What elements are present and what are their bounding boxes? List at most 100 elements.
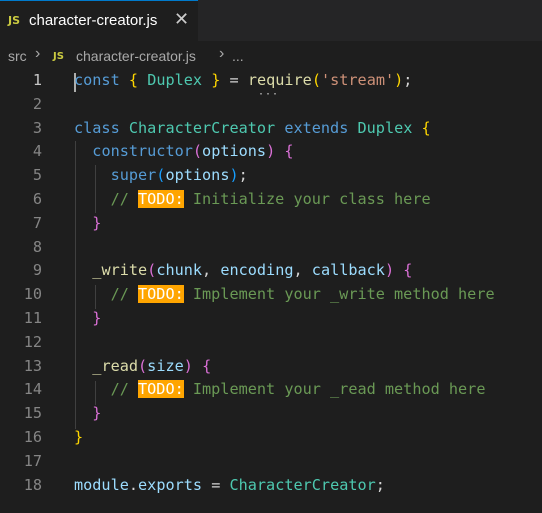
line-number: 1 (32, 71, 42, 89)
code-line[interactable]: 2 (0, 93, 542, 117)
code-token: , (202, 261, 221, 280)
code-token: 'stream' (320, 71, 395, 89)
code-text: } (74, 214, 101, 232)
line-number: 12 (23, 332, 42, 351)
code-token: ) (183, 356, 193, 375)
code-token: = (202, 475, 230, 494)
code-token: ( (147, 261, 157, 280)
code-text: _read(size) { (74, 357, 211, 375)
tab-bar: JS character-creator.js ✕ (0, 0, 542, 41)
code-token: { (403, 261, 413, 280)
tab-character-creator[interactable]: JS character-creator.js ✕ (0, 0, 198, 41)
code-token: ( (192, 142, 203, 161)
code-token: { (284, 142, 294, 161)
line-number: 13 (23, 356, 42, 375)
code-token: ) (384, 261, 395, 280)
breadcrumb-file[interactable]: character-creator.js (76, 48, 196, 64)
code-token: callback (311, 261, 385, 280)
line-number: 17 (23, 451, 42, 470)
code-token: ) (229, 166, 239, 185)
code-token: ( (311, 71, 321, 89)
code-token: } (92, 309, 102, 327)
code-token: { (421, 118, 431, 137)
code-token: require (247, 71, 312, 89)
code-token: class (74, 118, 120, 137)
code-line[interactable]: 6 // TODO: Initialize your class here (0, 188, 542, 212)
code-token: ; (403, 71, 413, 89)
code-token: // (110, 380, 139, 399)
code-line[interactable]: 10 // TODO: Implement your _write method… (0, 283, 542, 307)
code-line[interactable]: 14 // TODO: Implement your _read method … (0, 378, 542, 402)
code-line[interactable]: 16} (0, 426, 542, 450)
code-token: Initialize your class here (183, 190, 431, 208)
code-token: , (293, 261, 312, 280)
chevron-right-icon: › (219, 45, 225, 62)
code-token: } (92, 404, 102, 423)
code-token: extends (284, 118, 349, 137)
code-editor[interactable]: ··· 1 const { Duplex } = require('stream'… (0, 69, 542, 513)
code-token: module (74, 475, 129, 494)
code-token: Implement your _read method here (183, 380, 486, 399)
code-line[interactable]: 7 } (0, 212, 542, 236)
breadcrumb-folder[interactable]: src (8, 48, 27, 64)
code-token: chunk (156, 261, 203, 280)
code-token: . (128, 475, 139, 494)
line-number: 4 (32, 142, 42, 161)
code-token: ; (375, 475, 385, 494)
line-number: 2 (32, 94, 42, 113)
code-token: } (92, 213, 102, 232)
code-line[interactable]: 1 const { Duplex } = require('stream'); (0, 69, 542, 93)
code-token: constructor (92, 142, 193, 161)
breadcrumb-symbols[interactable]: ... (232, 48, 244, 64)
code-line[interactable]: 13 _read(size) { (0, 355, 542, 379)
javascript-file-icon: JS (8, 14, 21, 27)
line-number: 11 (23, 309, 42, 327)
code-token: ( (138, 356, 148, 375)
code-line[interactable]: 5 super(options); (0, 164, 542, 188)
code-token: ) (394, 71, 404, 89)
javascript-file-icon: JS (53, 51, 64, 62)
code-token: CharacterCreator (229, 475, 376, 494)
breadcrumb: src › JS character-creator.js › ... (0, 41, 542, 69)
code-line[interactable]: 9 _write(chunk, encoding, callback) { (0, 259, 542, 283)
code-token: exports (138, 475, 203, 494)
line-number: 7 (32, 213, 42, 232)
code-line[interactable]: 17 (0, 450, 542, 474)
code-line[interactable]: 4 constructor(options) { (0, 140, 542, 164)
code-line[interactable]: 3 class CharacterCreator extends Duplex { (0, 117, 542, 141)
line-number: 5 (32, 166, 42, 185)
code-token: Duplex (147, 71, 203, 89)
code-line[interactable]: 18 module.exports = CharacterCreator; (0, 474, 542, 498)
code-line[interactable]: 8 (0, 236, 542, 260)
code-line[interactable]: 15 } (0, 402, 542, 426)
line-number: 6 (32, 190, 42, 208)
code-token: _read (92, 356, 139, 375)
code-line[interactable]: 12 (0, 331, 542, 355)
todo-highlight: TODO: (138, 285, 184, 304)
code-token: { (128, 71, 139, 89)
line-number: 9 (32, 261, 42, 280)
code-text: // TODO: Implement your _read method her… (74, 380, 486, 399)
code-token: options (202, 142, 267, 161)
code-token: = (220, 71, 248, 89)
code-token: // (110, 190, 139, 208)
close-icon[interactable]: ✕ (174, 9, 189, 30)
code-line[interactable]: 11 } (0, 307, 542, 331)
code-text: constructor(options) { (74, 142, 294, 161)
code-token: super (110, 166, 157, 185)
